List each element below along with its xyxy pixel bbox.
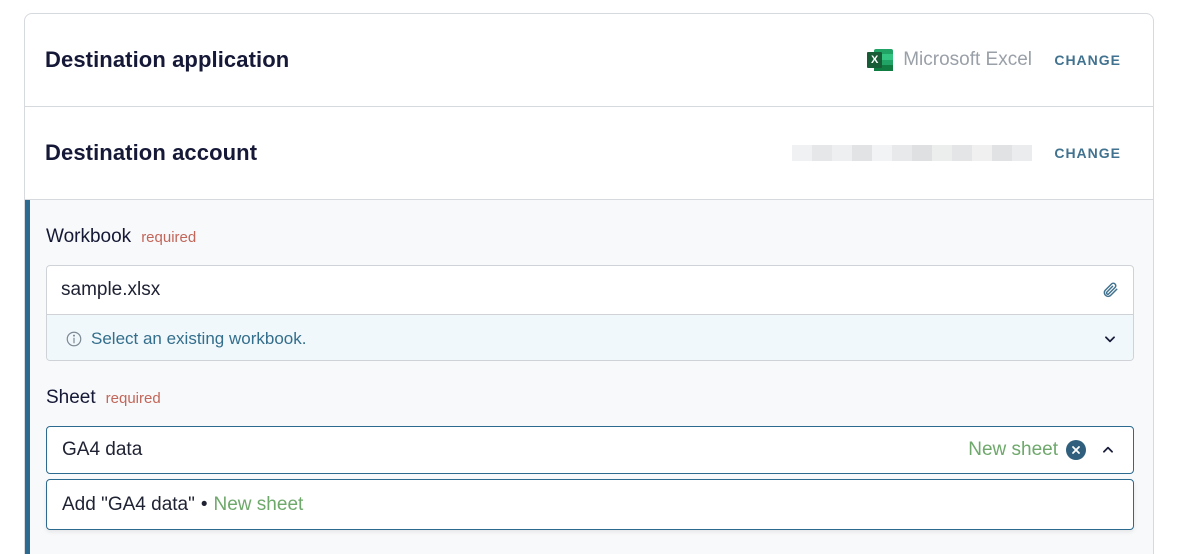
destination-card: Destination application X Microsoft Exce…	[24, 13, 1154, 554]
workbook-label-text: Workbook	[46, 226, 132, 247]
add-sheet-option-tag: New sheet	[213, 493, 304, 515]
new-sheet-tag: New sheet	[968, 439, 1058, 460]
clear-icon[interactable]	[1066, 440, 1086, 460]
selected-app: X Microsoft Excel	[867, 49, 1032, 71]
change-application-button[interactable]: CHANGE	[1054, 52, 1121, 68]
workbook-field: sample.xlsx Select an existing workbook.	[46, 265, 1134, 361]
sheet-select[interactable]: GA4 data New sheet	[46, 426, 1134, 474]
sheet-label: Sheet required	[46, 387, 161, 409]
paperclip-icon[interactable]	[1101, 281, 1119, 299]
excel-icon: X	[867, 49, 894, 71]
redacted-account	[792, 145, 1032, 161]
chevron-up-icon[interactable]	[1101, 443, 1115, 457]
sheet-value: GA4 data	[62, 439, 143, 460]
workbook-hint[interactable]: Select an existing workbook.	[47, 315, 1133, 360]
info-icon	[66, 331, 82, 346]
destination-application-row: Destination application X Microsoft Exce…	[25, 14, 1153, 107]
add-sheet-option[interactable]: Add "GA4 data" • New sheet	[47, 480, 1133, 529]
change-account-button[interactable]: CHANGE	[1054, 145, 1121, 161]
workbook-required-tag: required	[141, 229, 197, 246]
destination-application-title: Destination application	[45, 47, 290, 72]
sheet-dropdown: Add "GA4 data" • New sheet	[46, 479, 1134, 530]
sheet-label-text: Sheet	[46, 387, 96, 408]
chevron-down-icon[interactable]	[1103, 332, 1117, 346]
workbook-hint-text: Select an existing workbook.	[91, 328, 307, 348]
destination-account-row: Destination account CHANGE	[25, 107, 1153, 200]
selected-app-name: Microsoft Excel	[903, 49, 1032, 70]
sheet-required-tag: required	[105, 390, 161, 407]
workbook-label: Workbook required	[46, 226, 196, 248]
settings-section: Workbook required sample.xlsx Select an …	[25, 200, 1153, 554]
add-sheet-option-text: Add "GA4 data"	[62, 493, 195, 515]
bullet-separator: •	[200, 493, 208, 515]
workbook-value: sample.xlsx	[61, 279, 161, 300]
destination-account-title: Destination account	[45, 140, 258, 165]
workbook-input[interactable]: sample.xlsx	[47, 266, 1133, 315]
